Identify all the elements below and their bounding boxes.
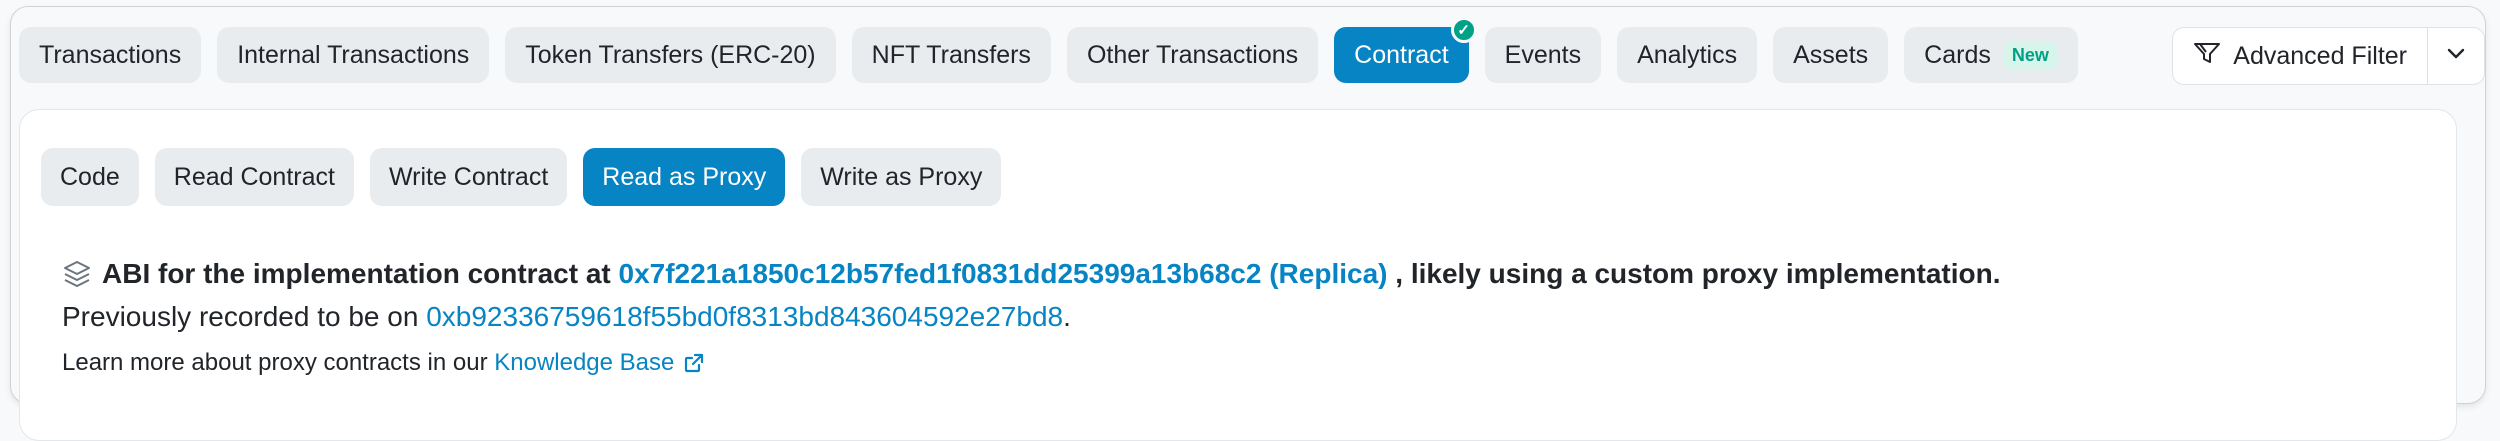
check-icon: ✓ [1450,17,1477,43]
tab-cards[interactable]: Cards New [1904,27,2078,83]
subtab-code[interactable]: Code [41,148,139,206]
tab-events[interactable]: Events [1484,27,1602,83]
tab-label: Contract [1354,40,1449,69]
contract-subtabs: Code Read Contract Write Contract Read a… [41,148,1002,206]
subtab-read-contract[interactable]: Read Contract [154,148,354,206]
previous-address-line: Previously recorded to be on 0xb92336759… [62,301,1071,333]
tab-label: Other Transactions [1086,40,1299,69]
advanced-filter-button[interactable]: Advanced Filter [2173,28,2427,84]
learn-prefix-text: Learn more about proxy contracts in our [62,349,488,376]
abi-prefix-text: ABI for the implementation contract at [102,258,611,289]
tab-assets[interactable]: Assets [1773,27,1889,83]
implementation-address-link[interactable]: 0x7f221a1850c12b57fed1f0831dd25399a13b68… [619,258,1262,290]
replica-link[interactable]: (Replica) [1269,258,1387,290]
layers-icon [62,259,92,289]
tab-label: Analytics [1637,40,1738,69]
tab-label: Events [1504,40,1582,69]
tab-label: Token Transfers (ERC-20) [525,40,816,69]
tab-label: Cards [1924,40,1991,69]
abi-suffix-text: , likely using a custom proxy implementa… [1395,258,2001,289]
subtab-read-as-proxy[interactable]: Read as Proxy [583,148,786,206]
previous-address-link[interactable]: 0xb92336759618f55bd0f8313bd843604592e27b… [426,301,1063,332]
tab-label: Internal Transactions [237,40,470,69]
tab-label: Transactions [39,40,182,69]
tab-label: Assets [1793,40,1869,69]
previous-suffix-text: . [1063,301,1071,332]
new-badge: New [2002,41,2058,69]
learn-more-line: Learn more about proxy contracts in our … [62,349,706,377]
filter-icon [2193,41,2221,72]
subtab-write-as-proxy[interactable]: Write as Proxy [801,148,1002,206]
subtab-label: Read as Proxy [602,162,767,191]
filter-dropdown-toggle[interactable] [2427,28,2484,84]
advanced-filter: Advanced Filter [2172,27,2485,85]
tab-token-transfers[interactable]: Token Transfers (ERC-20) [505,27,836,83]
subtab-write-contract[interactable]: Write Contract [369,148,568,206]
chevron-down-icon [2446,47,2466,66]
tab-nft-transfers[interactable]: NFT Transfers [851,27,1051,83]
advanced-filter-label: Advanced Filter [2233,41,2407,70]
external-link-icon [682,351,706,375]
previous-prefix-text: Previously recorded to be on [62,301,419,332]
subtab-label: Write Contract [388,162,549,191]
tab-label: NFT Transfers [871,40,1031,69]
abi-info-line: ABI for the implementation contract at 0… [62,258,2001,290]
tab-internal-transactions[interactable]: Internal Transactions [217,27,490,83]
subtab-label: Read Contract [173,162,335,191]
tab-other-transactions[interactable]: Other Transactions [1066,27,1319,83]
subtab-label: Code [60,162,120,191]
tab-analytics[interactable]: Analytics [1617,27,1758,83]
subtab-label: Write as Proxy [820,162,983,191]
knowledge-base-link[interactable]: Knowledge Base [494,349,674,377]
tab-transactions[interactable]: Transactions [19,27,202,83]
main-tabs: Transactions Internal Transactions Token… [19,17,2078,83]
tab-contract[interactable]: Contract ✓ [1334,17,1477,83]
